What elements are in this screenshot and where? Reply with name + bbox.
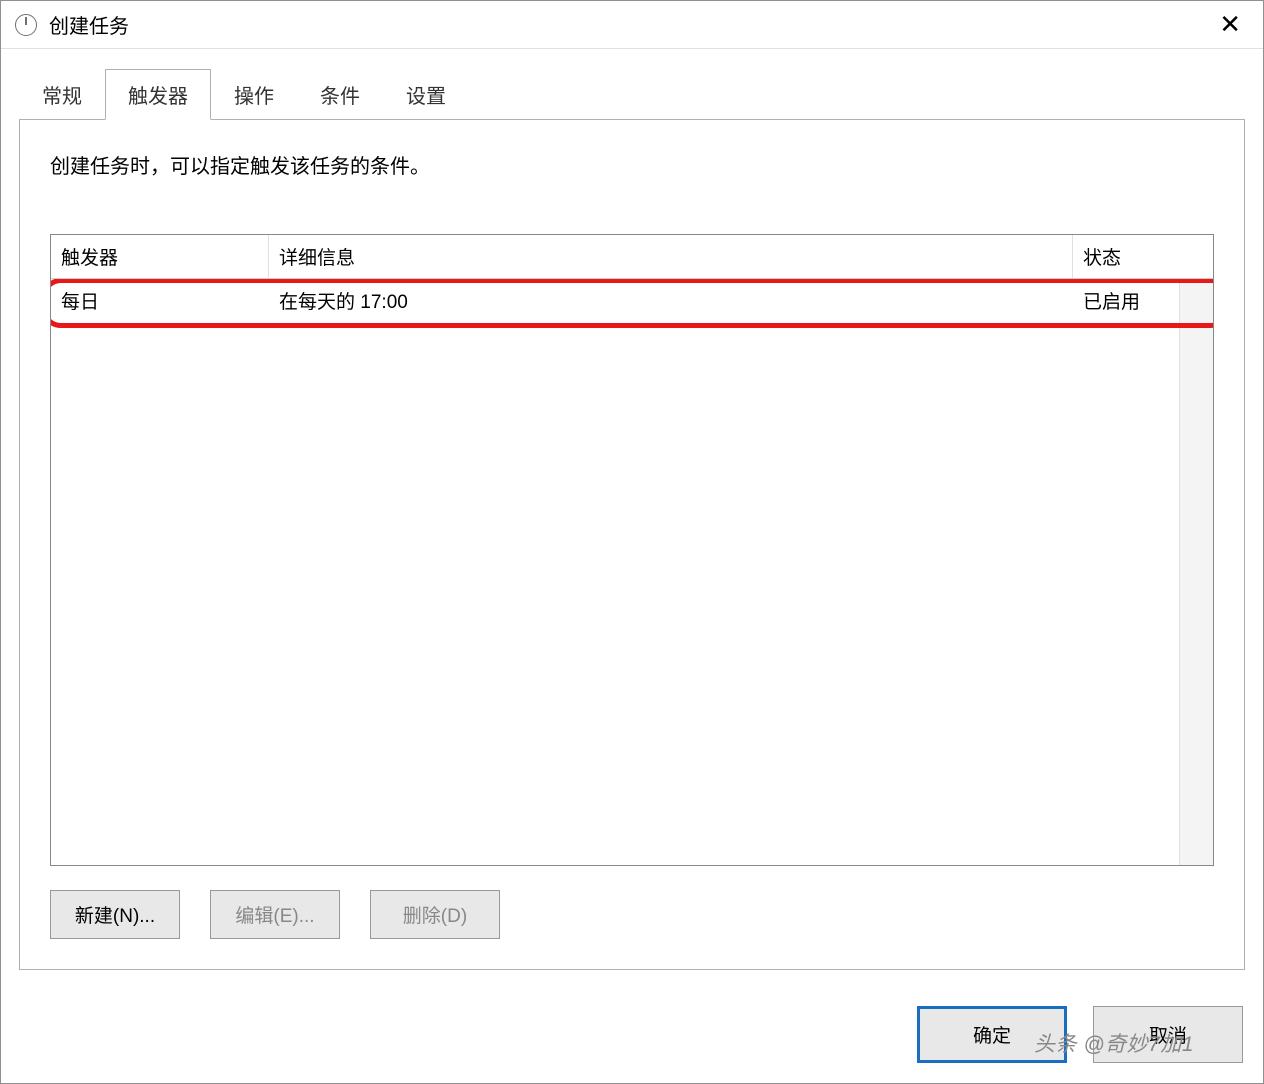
triggers-table: 触发器 详细信息 状态 每日 在每天的 17:00 已启用 <box>50 234 1214 866</box>
cell-detail: 在每天的 17:00 <box>269 287 1073 314</box>
table-header: 触发器 详细信息 状态 <box>51 235 1213 279</box>
close-icon[interactable]: ✕ <box>1205 5 1255 44</box>
header-status[interactable]: 状态 <box>1073 235 1213 278</box>
tab-settings[interactable]: 设置 <box>383 69 469 119</box>
tab-actions[interactable]: 操作 <box>211 69 297 119</box>
trigger-buttons: 新建(N)... 编辑(E)... 删除(D) <box>50 890 1214 939</box>
ok-button[interactable]: 确定 <box>917 1006 1067 1063</box>
edit-button[interactable]: 编辑(E)... <box>210 890 340 939</box>
vertical-scrollbar[interactable] <box>1179 279 1213 865</box>
panel-description: 创建任务时，可以指定触发该任务的条件。 <box>50 150 1214 179</box>
delete-button[interactable]: 删除(D) <box>370 890 500 939</box>
table-body: 每日 在每天的 17:00 已启用 <box>51 279 1213 865</box>
window-title: 创建任务 <box>49 10 129 39</box>
new-button[interactable]: 新建(N)... <box>50 890 180 939</box>
tab-conditions[interactable]: 条件 <box>297 69 383 119</box>
tab-triggers[interactable]: 触发器 <box>105 69 211 120</box>
cell-trigger: 每日 <box>51 287 269 314</box>
content-area: 常规 触发器 操作 条件 设置 创建任务时，可以指定触发该任务的条件。 触发器 … <box>1 49 1263 988</box>
header-detail[interactable]: 详细信息 <box>269 235 1073 278</box>
table-row[interactable]: 每日 在每天的 17:00 已启用 <box>51 279 1213 321</box>
dialog-footer: 确定 取消 <box>1 988 1263 1083</box>
header-trigger[interactable]: 触发器 <box>51 235 269 278</box>
create-task-dialog: 创建任务 ✕ 常规 触发器 操作 条件 设置 创建任务时，可以指定触发该任务的条… <box>0 0 1264 1084</box>
cancel-button[interactable]: 取消 <box>1093 1006 1243 1063</box>
tab-strip: 常规 触发器 操作 条件 设置 <box>19 69 1245 119</box>
titlebar: 创建任务 ✕ <box>1 1 1263 49</box>
tab-general[interactable]: 常规 <box>19 69 105 119</box>
tab-panel-triggers: 创建任务时，可以指定触发该任务的条件。 触发器 详细信息 状态 每日 在每天的 … <box>19 119 1245 970</box>
clock-icon <box>15 14 37 36</box>
